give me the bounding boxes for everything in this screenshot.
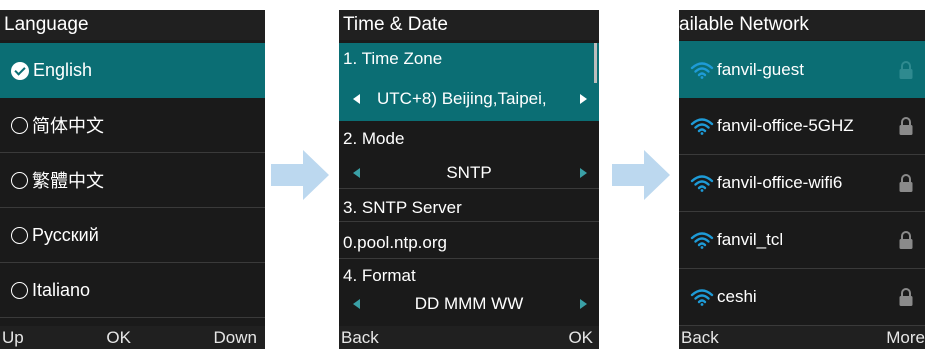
softkey-back[interactable]: Back: [341, 328, 379, 348]
lock-icon: [899, 174, 913, 192]
softkey-ok[interactable]: OK: [106, 328, 131, 348]
screen-title: ailable Network: [679, 10, 925, 40]
wifi-icon: [690, 175, 714, 192]
network-ssid: ceshi: [717, 287, 757, 306]
language-item-english[interactable]: English: [0, 43, 265, 98]
field-label: 4. Format: [343, 266, 416, 285]
arrow-right-icon[interactable]: [580, 299, 587, 309]
language-label: English: [33, 60, 93, 80]
language-item-russian[interactable]: Русский: [0, 208, 265, 263]
arrow-left-icon[interactable]: [353, 94, 360, 104]
network-ssid: fanvil-office-wifi6: [717, 173, 843, 192]
divider: [339, 221, 599, 222]
right-arrow-icon: [612, 150, 670, 200]
radio-icon: [11, 281, 28, 299]
radio-icon: [11, 116, 28, 134]
language-item-simplified-chinese[interactable]: 简体中文: [0, 98, 265, 153]
network-item[interactable]: ceshi: [679, 269, 925, 326]
divider: [339, 258, 599, 259]
screen-title: Time & Date: [339, 10, 599, 40]
softkey-back[interactable]: Back: [681, 328, 719, 348]
language-label: 繁體中文: [32, 171, 104, 191]
scrollbar[interactable]: [594, 43, 597, 83]
language-label: Русский: [32, 224, 99, 245]
wifi-icon: [690, 289, 714, 306]
softkey-up[interactable]: Up: [2, 328, 24, 348]
divider: [339, 188, 599, 189]
language-screen: Language English 简体中文 繁體中文 Русский Itali…: [0, 10, 265, 349]
wifi-icon: [690, 118, 714, 135]
screen-title: Language: [0, 10, 265, 40]
field-value: UTC+8) Beijing,Taipei,: [377, 89, 547, 108]
language-label: Italiano: [32, 279, 91, 300]
field-value: SNTP: [446, 163, 492, 182]
network-item[interactable]: fanvil-guest: [679, 41, 925, 98]
right-arrow-icon: [271, 150, 329, 200]
radio-icon: [11, 226, 28, 244]
arrow-right-icon[interactable]: [580, 168, 587, 178]
wifi-icon: [690, 232, 714, 249]
time-date-screen: Time & Date 1. Time Zone UTC+8) Beijing,…: [339, 10, 599, 349]
softkey-bar: Back More: [679, 326, 925, 349]
softkey-more[interactable]: More: [886, 328, 925, 348]
field-label: 1. Time Zone: [343, 49, 443, 68]
language-label: 简体中文: [32, 116, 104, 136]
language-item-italian[interactable]: Italiano: [0, 263, 265, 318]
field-value: DD MMM WW: [414, 294, 524, 313]
checked-radio-icon: [11, 61, 29, 80]
network-item[interactable]: fanvil_tcl: [679, 212, 925, 269]
softkey-down[interactable]: Down: [214, 328, 257, 348]
network-ssid: fanvil-office-5GHZ: [717, 116, 854, 135]
language-item-traditional-chinese[interactable]: 繁體中文: [0, 153, 265, 208]
lock-icon: [899, 60, 913, 79]
lock-icon: [899, 117, 913, 135]
network-ssid: fanvil_tcl: [717, 230, 784, 249]
softkey-ok[interactable]: OK: [568, 328, 593, 348]
lock-icon: [899, 231, 913, 249]
time-zone-field[interactable]: 1. Time Zone UTC+8) Beijing,Taipei,: [339, 43, 599, 121]
network-item[interactable]: fanvil-office-wifi6: [679, 155, 925, 212]
wifi-icon: [690, 61, 714, 79]
softkey-bar: Up OK Down: [0, 326, 265, 349]
network-item[interactable]: fanvil-office-5GHZ: [679, 98, 925, 155]
field-label: 3. SNTP Server: [343, 198, 462, 217]
sntp-server-value[interactable]: 0.pool.ntp.org: [343, 233, 447, 253]
radio-icon: [11, 171, 28, 189]
lock-icon: [899, 288, 913, 306]
network-screen: ailable Network fanvil-guest fanvil-offi…: [679, 10, 925, 349]
network-ssid: fanvil-guest: [717, 59, 804, 79]
softkey-bar: Back OK: [339, 326, 599, 349]
field-label: 2. Mode: [343, 129, 405, 148]
